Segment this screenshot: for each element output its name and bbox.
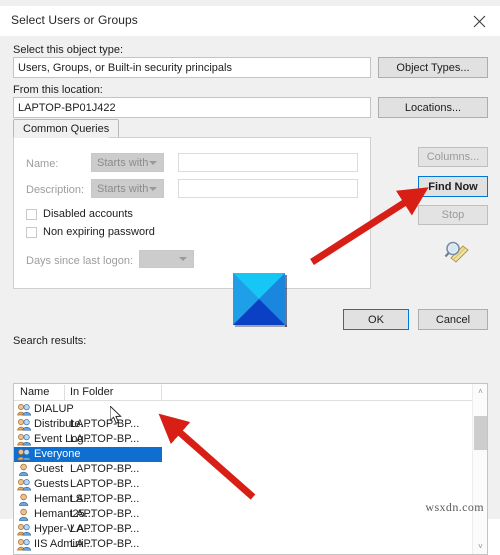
search-results-label: Search results: [13, 335, 86, 347]
location-label: From this location: [13, 84, 103, 96]
list-item[interactable]: Guest LAPTOP-BP... [14, 462, 469, 477]
list-item[interactable]: DIALUP [14, 402, 469, 417]
group-icon [17, 418, 31, 431]
list-header: Name In Folder [14, 384, 487, 401]
query-description-operator-value: Starts with [97, 183, 148, 195]
list-item-folder: LAPTOP-BP... [70, 433, 139, 445]
list-item[interactable]: Hyper-V A...LAPTOP-BP... [14, 522, 469, 537]
stop-button[interactable]: Stop [418, 205, 488, 225]
list-item[interactable]: Distribute...LAPTOP-BP... [14, 417, 469, 432]
disabled-accounts-label: Disabled accounts [43, 208, 133, 220]
list-item-folder: LAPTOP-BP... [70, 493, 139, 505]
list-item-folder: LAPTOP-BP... [70, 538, 139, 550]
list-item[interactable]: Hemant S...LAPTOP-BP... [14, 492, 469, 507]
query-name-operator-value: Starts with [97, 157, 148, 169]
query-description-label: Description: [26, 184, 84, 196]
group-icon [17, 403, 31, 416]
days-since-logon-label: Days since last logon: [26, 255, 133, 267]
column-header-name[interactable]: Name [20, 386, 49, 398]
list-item[interactable]: GuestsLAPTOP-BP... [14, 477, 469, 492]
list-item-name: Everyone [34, 448, 80, 460]
cancel-button[interactable]: Cancel [418, 309, 488, 330]
user-icon [17, 508, 31, 521]
list-item-folder: LAPTOP-BP... [70, 463, 139, 475]
vertical-scrollbar[interactable]: ˄ ˅ [472, 384, 487, 554]
scroll-up-arrow[interactable]: ˄ [473, 384, 488, 399]
object-type-label: Select this object type: [13, 44, 123, 56]
query-name-label: Name: [26, 158, 58, 170]
column-divider[interactable] [64, 385, 65, 400]
find-now-button[interactable]: Find Now [418, 176, 488, 197]
query-name-operator-select[interactable]: Starts with [91, 153, 164, 172]
site-watermark: wsxdn.com [425, 500, 484, 515]
scroll-down-arrow[interactable]: ˅ [473, 539, 488, 554]
chevron-down-icon [149, 187, 157, 191]
chevron-down-icon [179, 257, 187, 261]
column-divider[interactable] [161, 385, 162, 400]
query-description-input[interactable] [178, 179, 358, 198]
ok-button[interactable]: OK [343, 309, 409, 330]
list-item[interactable]: IIS Admini...LAPTOP-BP... [14, 537, 469, 552]
chevron-down-icon [149, 161, 157, 165]
group-icon [17, 538, 31, 551]
disabled-accounts-checkbox[interactable] [26, 209, 37, 220]
group-icon [17, 478, 31, 491]
list-item-folder: LAPTOP-BP... [70, 478, 139, 490]
list-item[interactable]: Event Log ...LAPTOP-BP... [14, 432, 469, 447]
disabled-accounts-checkbox-row[interactable]: Disabled accounts [26, 208, 133, 220]
object-type-field[interactable]: Users, Groups, or Built-in security prin… [13, 57, 371, 78]
locations-button[interactable]: Locations... [378, 97, 488, 118]
select-users-or-groups-dialog: Select Users or Groups Select this objec… [0, 0, 500, 519]
columns-button[interactable]: Columns... [418, 147, 488, 167]
object-types-button[interactable]: Object Types... [378, 57, 488, 78]
query-name-input[interactable] [178, 153, 358, 172]
list-item-folder: LAPTOP-BP... [70, 523, 139, 535]
non-expiring-password-label: Non expiring password [43, 226, 155, 238]
overlay-logo [233, 273, 287, 327]
list-item-name: Guests [34, 478, 69, 490]
column-header-folder[interactable]: In Folder [70, 386, 113, 398]
non-expiring-password-checkbox-row[interactable]: Non expiring password [26, 226, 155, 238]
days-since-logon-select[interactable] [139, 250, 194, 268]
list-item-folder: LAPTOP-BP... [70, 418, 139, 430]
tab-seam-mask [14, 136, 109, 138]
list-item-name: DIALUP [34, 403, 74, 415]
group-icon [17, 523, 31, 536]
list-item-name: Guest [34, 463, 63, 475]
user-icon [17, 463, 31, 476]
location-field[interactable]: LAPTOP-BP01J422 [13, 97, 371, 118]
user-icon [17, 493, 31, 506]
scrollbar-thumb[interactable] [474, 416, 487, 450]
group-icon [17, 433, 31, 446]
search-magnifier-icon [444, 240, 470, 264]
group-icon [17, 448, 31, 461]
search-results-list[interactable]: Name In Folder DIALUP Distribute...LAPTOP… [13, 383, 488, 555]
query-description-operator-select[interactable]: Starts with [91, 179, 164, 198]
non-expiring-password-checkbox[interactable] [26, 227, 37, 238]
list-item[interactable]: Hemant25...LAPTOP-BP... [14, 507, 469, 522]
list-item-folder: LAPTOP-BP... [70, 508, 139, 520]
window-title: Select Users or Groups [11, 13, 138, 27]
title-bar: Select Users or Groups [0, 6, 500, 36]
list-item-selected[interactable]: Everyone [14, 447, 162, 462]
close-icon[interactable] [458, 6, 500, 36]
